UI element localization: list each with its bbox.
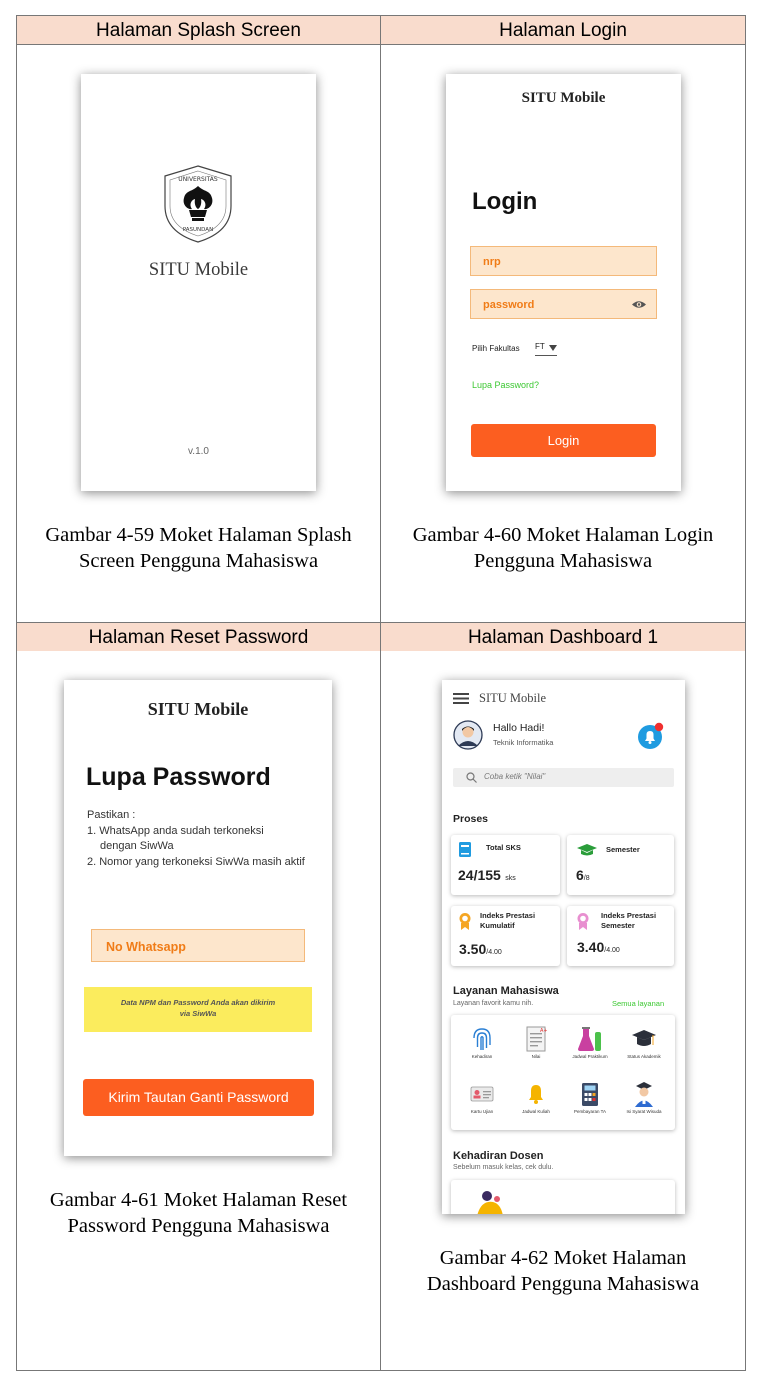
faculty-select[interactable]: FT (535, 342, 557, 356)
notification-bell-icon[interactable] (637, 722, 665, 750)
service-kartu-ujian[interactable]: Kartu Ujian (459, 1080, 505, 1114)
version-label: v.1.0 (188, 446, 209, 457)
graduation-cap-icon (577, 844, 597, 856)
fingerprint-icon (473, 1028, 491, 1050)
login-screen-mockup: SITU Mobile Login nrp password Pilih Fak… (446, 74, 681, 491)
faculty-label: Pilih Fakultas (472, 344, 520, 353)
service-syarat-wisuda[interactable]: Isi Syarat Wisuda (621, 1080, 667, 1114)
medal-icon (459, 913, 471, 930)
id-card-icon (470, 1086, 494, 1102)
service-pembayaran-ta[interactable]: Pembayaran TA (567, 1080, 613, 1114)
splash-screen-mockup: UNIVERSITAS PASUNDAN SITU Mobile v.1.0 (81, 74, 316, 491)
app-name: SITU Mobile (521, 90, 606, 106)
caption-dashboard: Gambar 4-62 Moket Halaman Dashboard Pengg… (426, 1247, 700, 1295)
instructions: Pastikan : 1. WhatsApp anda sudah terkon… (87, 809, 305, 868)
all-services-link[interactable]: Semua layanan (612, 999, 664, 1008)
process-title: Proses (453, 813, 489, 825)
reset-password-mockup: SITU Mobile Lupa Password Pastikan : 1. … (64, 680, 332, 1156)
forgot-password-link[interactable]: Lupa Password? (472, 380, 539, 390)
university-logo: UNIVERSITAS PASUNDAN (164, 165, 232, 243)
reset-heading: Lupa Password (86, 763, 271, 791)
login-button[interactable]: Login (471, 424, 656, 457)
services-subtitle: Layanan favorit kamu nih. (453, 1000, 534, 1007)
app-name: SITU Mobile (479, 691, 547, 705)
medal-icon (577, 913, 589, 930)
password-input[interactable]: password (470, 289, 657, 319)
services-panel: Kehadiran A+ Nilai Jadwal Praktikum Stat… (451, 1015, 675, 1130)
lecturer-illustration (477, 1191, 503, 1214)
search-input[interactable]: Coba ketik "Nilai" (453, 768, 674, 787)
eye-icon[interactable] (631, 299, 647, 310)
nrp-input[interactable]: nrp (470, 246, 657, 276)
service-jadwal-kuliah[interactable]: Jadwal Kuliah (513, 1080, 559, 1114)
flask-icon (578, 1027, 601, 1051)
total-sks-card[interactable]: Total SKS 24/155 sks (451, 835, 560, 895)
info-note: Data NPM dan Password Anda akan dikirim v… (84, 987, 312, 1032)
services-title: Layanan Mahasiswa (453, 985, 559, 997)
greeting: Hallo Hadi! (493, 722, 545, 734)
semester-card[interactable]: Semester 6/8 (567, 835, 674, 895)
send-reset-link-button[interactable]: Kirim Tautan Ganti Password (83, 1079, 314, 1116)
lecturer-attendance-title: Kehadiran Dosen (453, 1150, 544, 1162)
ipk-card[interactable]: Indeks Prestasi Kumulatif 3.50/4.00 (451, 906, 560, 966)
search-icon (466, 772, 477, 783)
whatsapp-input[interactable]: No Whatsapp (91, 929, 305, 962)
menu-icon[interactable] (453, 693, 469, 704)
svg-text:UNIVERSITAS: UNIVERSITAS (178, 176, 218, 183)
lecturer-attendance-subtitle: Sebelum masuk kelas, cek dulu. (453, 1164, 554, 1171)
caption-login: Gambar 4-60 Moket Halaman Login Pengguna … (412, 524, 714, 572)
login-heading: Login (472, 188, 538, 215)
program-name: Teknik Informatika (493, 738, 554, 747)
app-name: SITU Mobile (148, 260, 249, 280)
ips-card[interactable]: Indeks Prestasi Semester 3.40/4.00 (567, 906, 674, 966)
document-grade-icon: A+ (526, 1026, 548, 1052)
mortarboard-icon (632, 1030, 656, 1046)
caption-splash: Gambar 4-59 Moket Halaman Splash Screen P… (45, 524, 352, 572)
header-dashboard: Halaman Dashboard 1 (381, 623, 745, 651)
header-reset: Halaman Reset Password (17, 623, 380, 651)
graduate-icon (635, 1082, 653, 1107)
service-kehadiran[interactable]: Kehadiran (459, 1025, 505, 1059)
bell-icon (529, 1085, 543, 1104)
book-icon (459, 842, 471, 857)
service-status-akademik[interactable]: Status Akademik (621, 1025, 667, 1059)
service-jadwal-praktikum[interactable]: Jadwal Praktikum (567, 1025, 613, 1059)
calculator-icon (582, 1083, 598, 1106)
caption-reset: Gambar 4-61 Moket Halaman Reset Password … (49, 1189, 348, 1237)
lecturer-attendance-card[interactable] (451, 1180, 675, 1214)
svg-text:A+: A+ (540, 1028, 548, 1034)
header-login: Halaman Login (381, 16, 745, 44)
dropdown-arrow-icon (549, 345, 557, 351)
table-divider (16, 44, 746, 45)
app-name: SITU Mobile (147, 699, 249, 719)
service-nilai[interactable]: A+ Nilai (513, 1025, 559, 1059)
table-divider-vertical (380, 15, 381, 1371)
avatar[interactable] (453, 720, 483, 750)
dashboard-mockup: SITU Mobile Hallo Hadi! Teknik Informati… (442, 680, 685, 1214)
svg-text:PASUNDAN: PASUNDAN (183, 227, 213, 233)
header-splash: Halaman Splash Screen (17, 16, 380, 44)
